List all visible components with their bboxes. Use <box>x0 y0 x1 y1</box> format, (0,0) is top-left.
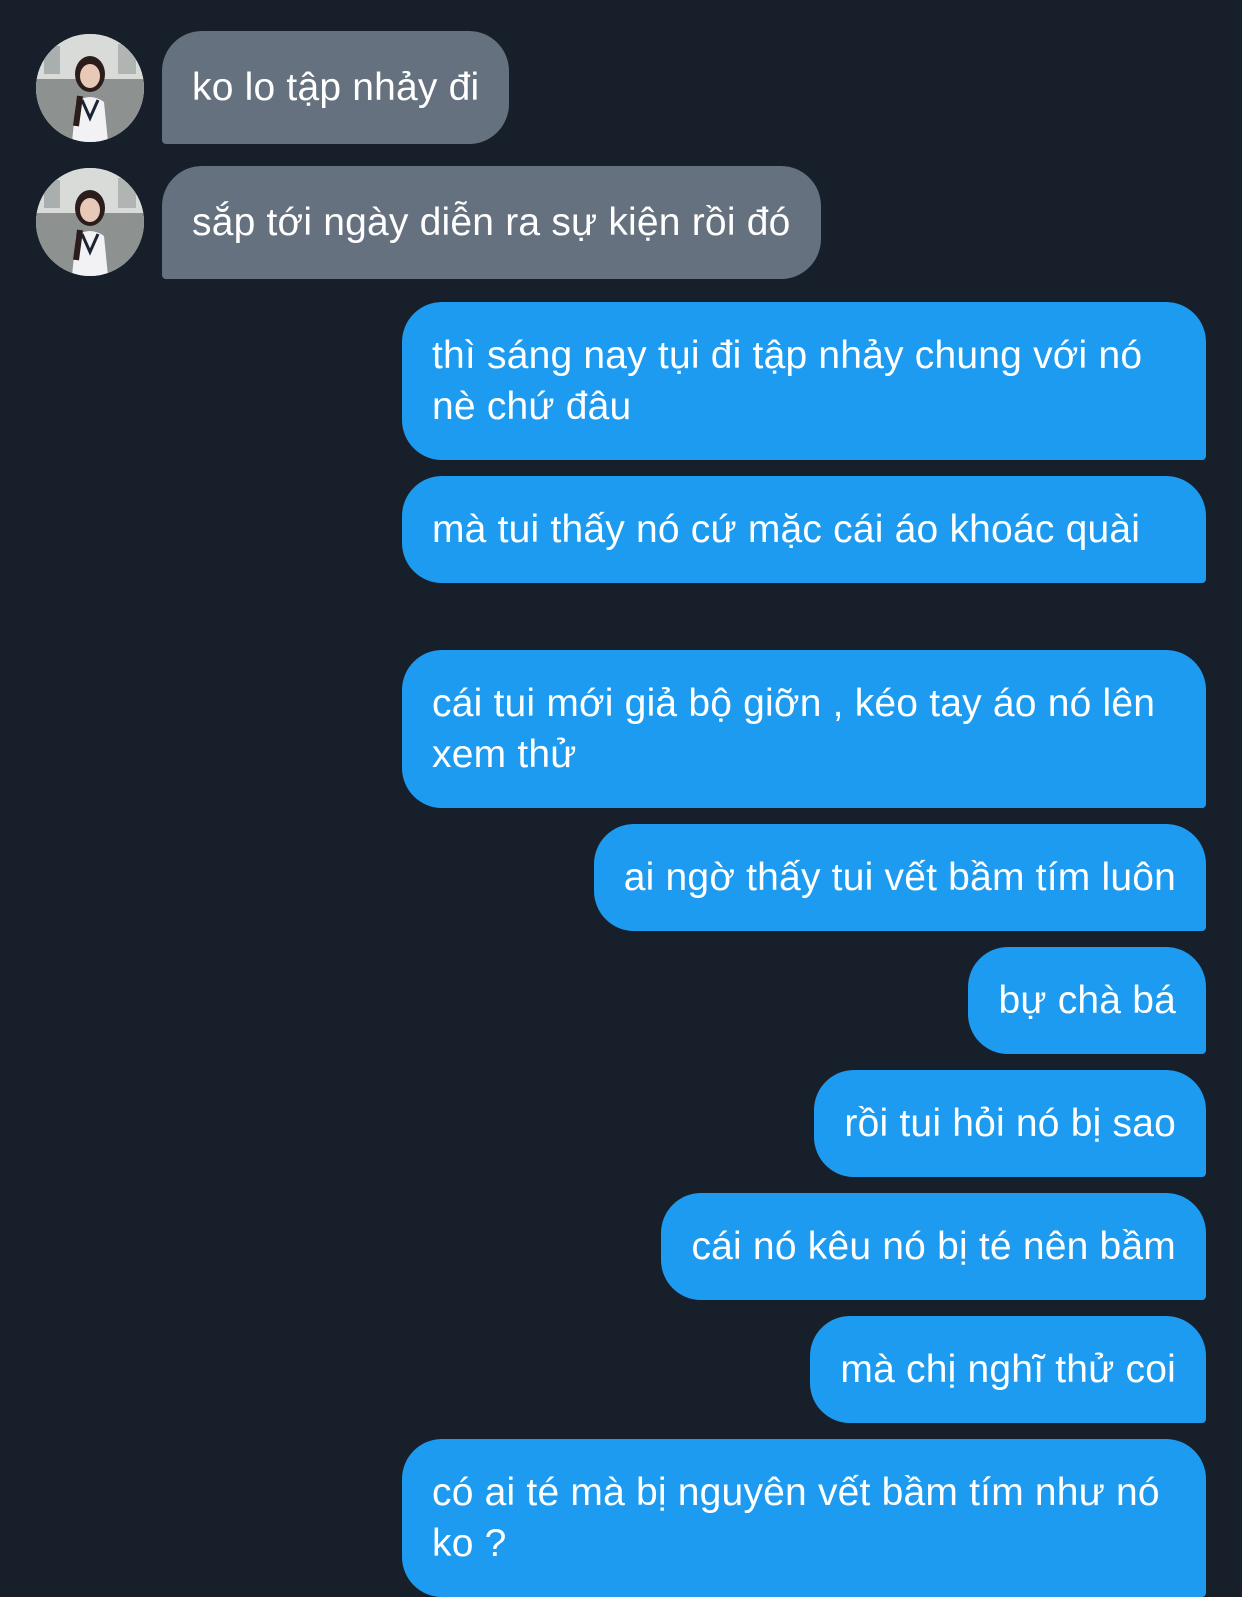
outgoing-message[interactable]: bự chà bá <box>968 947 1206 1054</box>
avatar-photo-icon <box>36 168 144 276</box>
outgoing-message[interactable]: có ai té mà bị nguyên vết bầm tím như nó… <box>402 1439 1206 1597</box>
incoming-message[interactable]: sắp tới ngày diễn ra sự kiện rồi đó <box>162 166 821 279</box>
chat-thread: ko lo tập nhảy đi sắp tới ngày diễn ra s… <box>0 0 1242 1597</box>
outgoing-message[interactable]: thì sáng nay tụi đi tập nhảy chung với n… <box>402 302 1206 460</box>
incoming-message[interactable]: ko lo tập nhảy đi <box>162 31 510 144</box>
outgoing-message[interactable]: ai ngờ thấy tui vết bầm tím luôn <box>593 824 1206 931</box>
avatar-photo-icon <box>36 34 144 142</box>
outgoing-message[interactable]: mà tui thấy nó cứ mặc cái áo khoác quài <box>402 476 1206 583</box>
contact-avatar[interactable] <box>36 34 144 142</box>
outgoing-message[interactable]: cái nó kêu nó bị té nên bầm <box>661 1193 1206 1300</box>
outgoing-message[interactable]: cái tui mới giả bộ giỡn , kéo tay áo nó … <box>402 650 1206 808</box>
outgoing-message[interactable]: rồi tui hỏi nó bị sao <box>814 1070 1206 1177</box>
outgoing-message[interactable]: mà chị nghĩ thử coi <box>810 1316 1206 1423</box>
contact-avatar[interactable] <box>36 168 144 276</box>
